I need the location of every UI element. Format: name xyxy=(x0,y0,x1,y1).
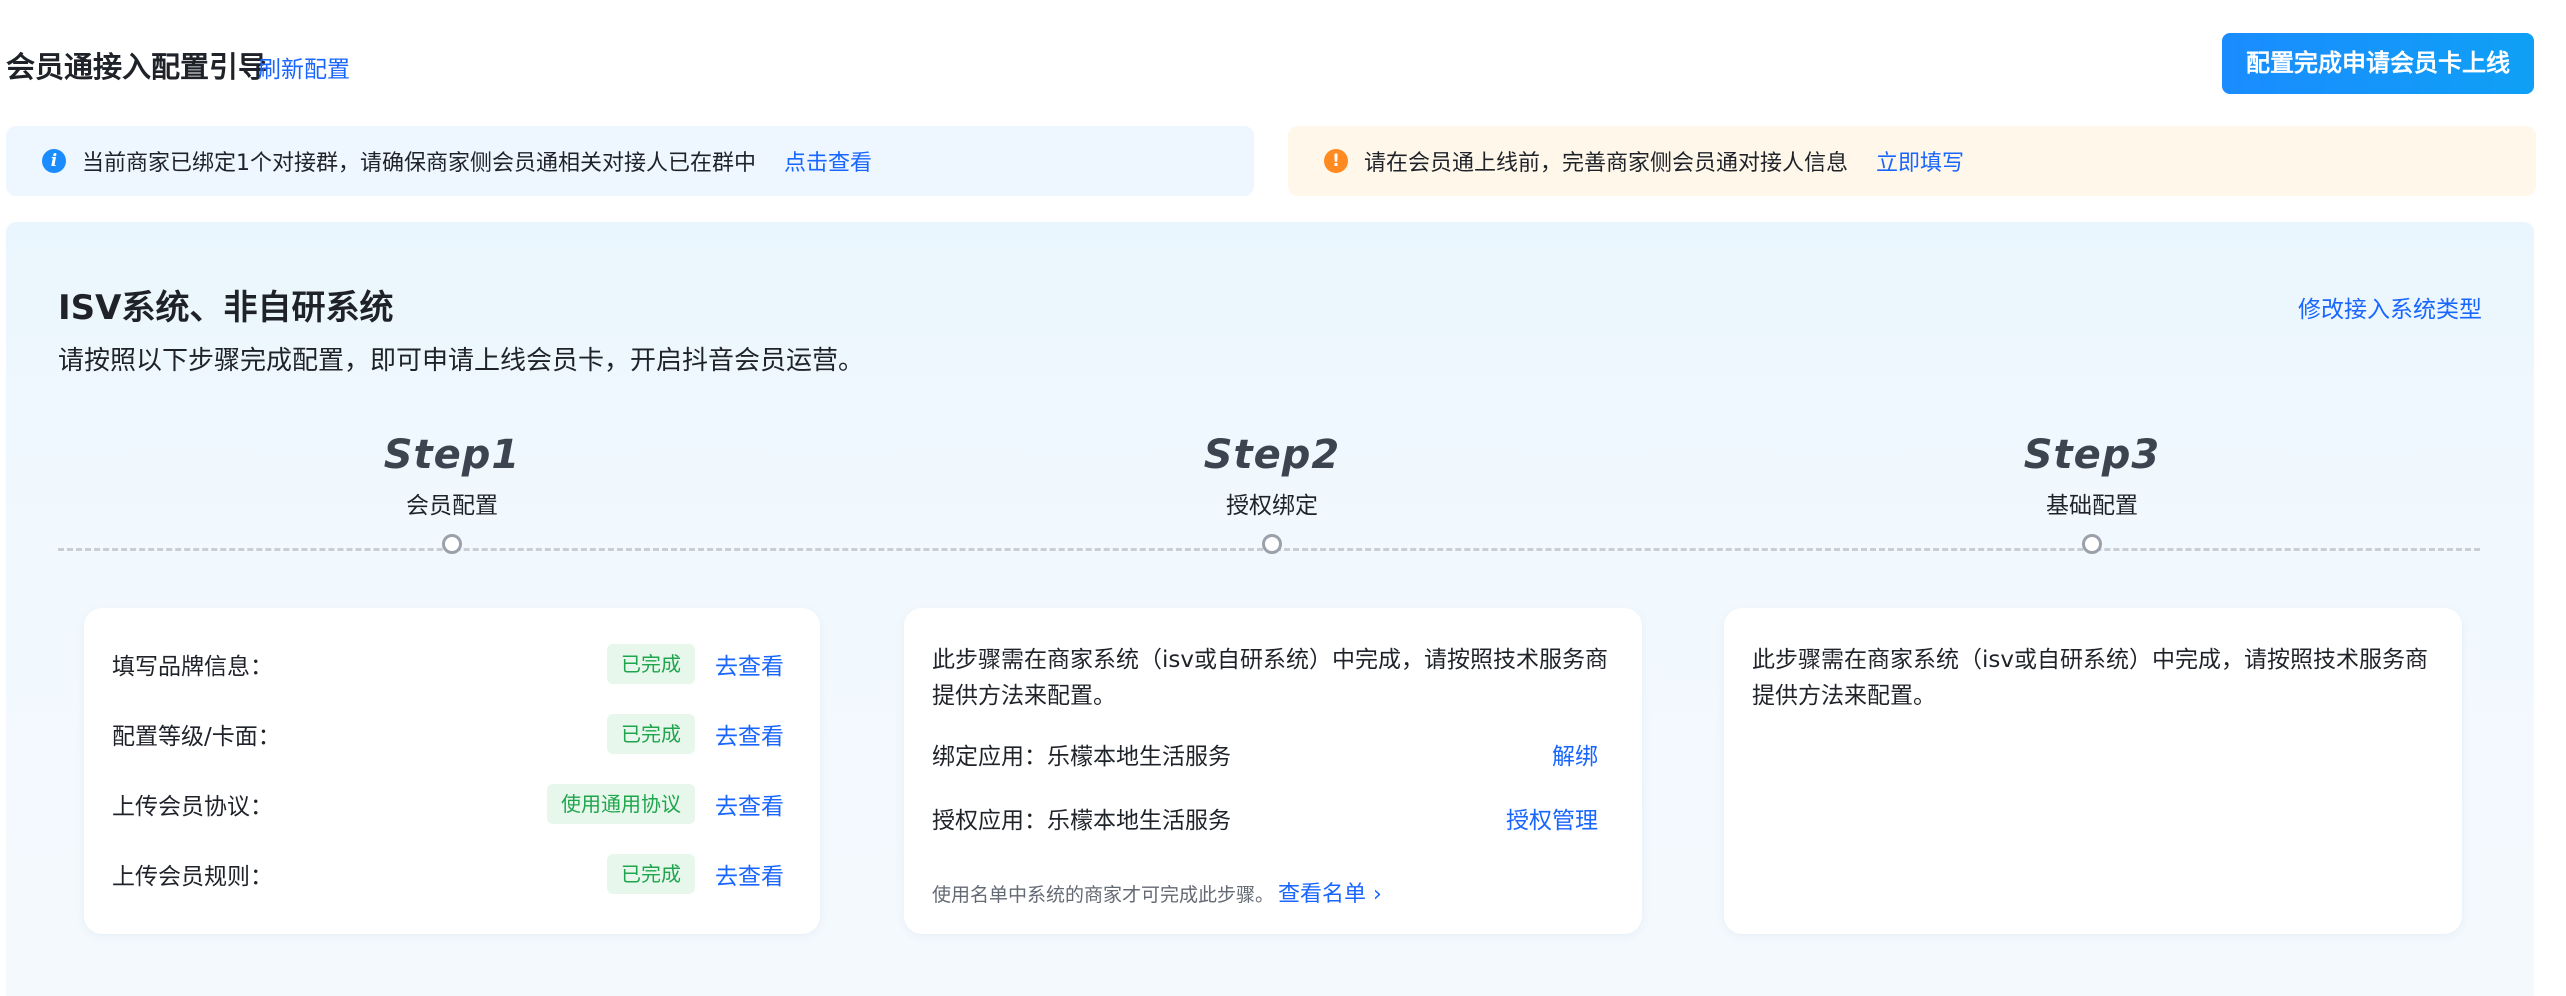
step-name: 基础配置 xyxy=(2046,493,2138,519)
step-number: Step1 xyxy=(383,432,521,478)
step-3-header: Step3 基础配置 xyxy=(1892,432,2292,554)
step-description: 此步骤需在商家系统（isv或自研系统）中完成，请按照技术服务商提供方法来配置。 xyxy=(1752,647,2428,709)
view-group-link[interactable]: 点击查看 xyxy=(784,145,872,177)
view-rules-link[interactable]: 去查看 xyxy=(715,857,784,891)
view-level-card-link[interactable]: 去查看 xyxy=(715,717,784,751)
status-badge: 已完成 xyxy=(607,854,695,894)
warning-alert: ! 请在会员通上线前，完善商家侧会员通对接人信息 立即填写 xyxy=(1288,126,2536,196)
refresh-config-link[interactable]: 刷新配置 xyxy=(258,50,350,84)
auth-app-label: 授权应用：乐檬本地生活服务 xyxy=(932,808,1231,834)
unbind-link[interactable]: 解绑 xyxy=(1552,737,1598,771)
auth-manage-link[interactable]: 授权管理 xyxy=(1506,801,1598,835)
status-badge: 已完成 xyxy=(607,644,695,684)
view-brand-info-link[interactable]: 去查看 xyxy=(715,647,784,681)
auth-binding-card: 此步骤需在商家系统（isv或自研系统）中完成，请按照技术服务商提供方法来配置。 … xyxy=(904,608,1642,934)
info-icon: i xyxy=(42,149,66,173)
status-badge: 使用通用协议 xyxy=(547,784,695,824)
row-label: 上传会员规则： xyxy=(112,864,273,890)
step-dot xyxy=(442,534,462,554)
row-label: 配置等级/卡面： xyxy=(112,724,281,750)
step-1-header: Step1 会员配置 xyxy=(252,432,652,554)
change-system-type-link[interactable]: 修改接入系统类型 xyxy=(2298,290,2482,324)
bind-app-label: 绑定应用：乐檬本地生活服务 xyxy=(932,744,1231,770)
row-label: 填写品牌信息： xyxy=(112,654,273,680)
step-number: Step2 xyxy=(1203,432,1341,478)
row-label: 上传会员协议： xyxy=(112,794,273,820)
bind-app-row: 绑定应用：乐檬本地生活服务 解绑 xyxy=(932,736,1598,772)
step-number: Step3 xyxy=(2023,432,2161,478)
member-config-card: 填写品牌信息： 已完成 去查看 配置等级/卡面： 已完成 去查看 上传会员协议：… xyxy=(84,608,820,934)
basic-config-card: 此步骤需在商家系统（isv或自研系统）中完成，请按照技术服务商提供方法来配置。 xyxy=(1724,608,2462,934)
step-dot xyxy=(1262,534,1282,554)
step-description: 此步骤需在商家系统（isv或自研系统）中完成，请按照技术服务商提供方法来配置。 xyxy=(932,647,1608,709)
warning-alert-message: 请在会员通上线前，完善商家侧会员通对接人信息 xyxy=(1364,151,1849,176)
view-list-link[interactable]: 查看名单 › xyxy=(1278,882,1382,907)
info-alert: i 当前商家已绑定1个对接群，请确保商家侧会员通相关对接人已在群中 点击查看 xyxy=(6,126,1254,196)
step-name: 会员配置 xyxy=(406,493,498,519)
system-type-title: ISV系统、非自研系统 xyxy=(58,288,394,328)
whitelist-note: 使用名单中系统的商家才可完成此步骤。 查看名单 › xyxy=(932,876,1382,908)
status-badge: 已完成 xyxy=(607,714,695,754)
step-dot xyxy=(2082,534,2102,554)
list-item: 配置等级/卡面： 已完成 去查看 xyxy=(112,712,784,756)
config-guide-panel: ISV系统、非自研系统 请按照以下步骤完成配置，即可申请上线会员卡，开启抖音会员… xyxy=(6,222,2534,996)
list-item: 上传会员规则： 已完成 去查看 xyxy=(112,852,784,896)
page-title: 会员通接入配置引导 xyxy=(6,50,268,84)
warning-icon: ! xyxy=(1324,149,1348,173)
list-item: 填写品牌信息： 已完成 去查看 xyxy=(112,642,784,686)
auth-app-row: 授权应用：乐檬本地生活服务 授权管理 xyxy=(932,800,1598,836)
fill-contact-link[interactable]: 立即填写 xyxy=(1876,145,1964,177)
step-name: 授权绑定 xyxy=(1226,493,1318,519)
list-item: 上传会员协议： 使用通用协议 去查看 xyxy=(112,782,784,826)
page-header: 会员通接入配置引导 刷新配置 配置完成申请会员卡上线 xyxy=(0,0,2566,125)
apply-card-online-button[interactable]: 配置完成申请会员卡上线 xyxy=(2222,33,2534,94)
whitelist-note-text: 使用名单中系统的商家才可完成此步骤。 xyxy=(932,884,1275,906)
view-agreement-link[interactable]: 去查看 xyxy=(715,787,784,821)
step-2-header: Step2 授权绑定 xyxy=(1072,432,1472,554)
info-alert-message: 当前商家已绑定1个对接群，请确保商家侧会员通相关对接人已在群中 xyxy=(82,151,756,176)
system-type-subtitle: 请按照以下步骤完成配置，即可申请上线会员卡，开启抖音会员运营。 xyxy=(58,346,865,376)
